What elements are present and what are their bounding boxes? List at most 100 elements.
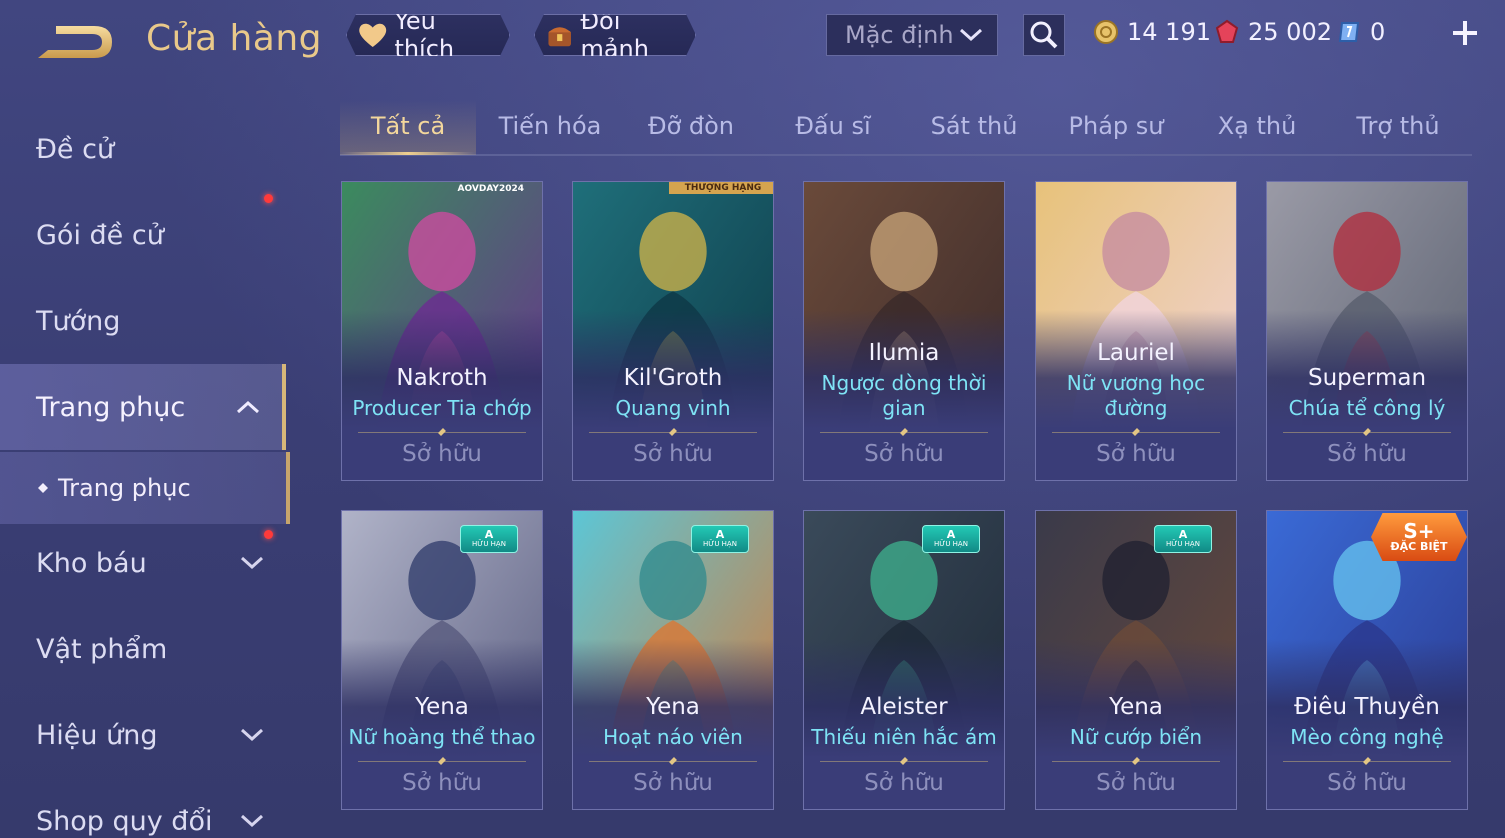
sidebar-item-effects[interactable]: Hiệu ứng	[0, 692, 286, 778]
chevron-up-icon	[236, 400, 260, 414]
voucher-icon	[1338, 22, 1360, 42]
tab-mage[interactable]: Pháp sư	[1048, 100, 1184, 152]
favorites-label: Yêu thích	[394, 7, 455, 63]
favorites-button[interactable]: Yêu thích	[346, 14, 510, 56]
hero-name: Ilumia	[868, 340, 940, 366]
skin-name: Thiếu niên hắc ám	[811, 725, 997, 749]
chevron-down-icon	[240, 728, 264, 742]
rarity-badge: A HỮU HẠN	[460, 525, 518, 553]
skin-card[interactable]: THƯỢNG HẠNG Kil'Groth Quang vinh Sở hữu	[572, 181, 774, 481]
sidebar-item-exchange-shop[interactable]: Shop quy đổi	[0, 778, 286, 838]
owned-status: Sở hữu	[1327, 441, 1407, 467]
hero-name: Yena	[1109, 694, 1163, 720]
add-currency-button[interactable]	[1448, 16, 1482, 50]
plus-icon	[1453, 21, 1477, 45]
event-badge: AOVDAY2024	[457, 184, 524, 194]
ruby-balance: 25 002	[1214, 16, 1332, 48]
sidebar-item-label: Shop quy đổi	[36, 805, 213, 837]
hero-name: Yena	[415, 694, 469, 720]
owned-status: Sở hữu	[1327, 770, 1407, 796]
skin-card[interactable]: A HỮU HẠN Yena Hoạt náo viên Sở hữu	[572, 510, 774, 810]
back-button[interactable]	[32, 20, 116, 64]
owned-status: Sở hữu	[402, 770, 482, 796]
notification-dot	[264, 194, 273, 203]
voucher-balance: 0	[1336, 16, 1385, 48]
rarity-badge: A HỮU HẠN	[1154, 525, 1212, 553]
hero-name: Nakroth	[396, 365, 488, 391]
skin-name: Nữ vương học đường	[1066, 371, 1206, 420]
skin-name: Chúa tể công lý	[1288, 396, 1446, 420]
skin-card[interactable]: S+ ĐẶC BIỆT Điêu Thuyền Mèo công nghệ Sở hữu	[1266, 510, 1468, 810]
search-button[interactable]	[1023, 14, 1065, 56]
rarity-grade: S+	[1403, 519, 1435, 543]
sidebar-item-label: Trang phục	[36, 391, 186, 423]
hero-name: Điêu Thuyền	[1294, 694, 1440, 720]
chevron-down-icon	[240, 814, 264, 828]
skin-card[interactable]: A HỮU HẠN Yena Nữ hoàng thể thao Sở hữu	[341, 510, 543, 810]
owned-status: Sở hữu	[1096, 441, 1176, 467]
shop-screen: Cửa hàng Yêu thích Đổi mảnh Mặc định 14	[0, 0, 1505, 838]
sidebar-item-treasure[interactable]: Kho báu	[0, 520, 286, 606]
rarity-label: HỮU HẠN	[1166, 540, 1200, 548]
owned-status: Sở hữu	[1096, 770, 1176, 796]
skin-name: Ngược dòng thời gian	[821, 371, 987, 420]
sidebar-subitem-label: Trang phục	[58, 474, 191, 502]
skin-name: Mèo công nghệ	[1290, 725, 1444, 749]
sidebar-item-items[interactable]: Vật phẩm	[0, 606, 286, 692]
tab-support[interactable]: Trợ thủ	[1330, 100, 1466, 152]
tier-ribbon: THƯỢNG HẠNG	[669, 182, 773, 194]
sidebar-item-label: Tướng	[36, 305, 121, 337]
rarity-label: ĐẶC BIỆT	[1390, 540, 1448, 553]
tab-tank[interactable]: Đỡ đòn	[623, 100, 759, 152]
skin-card[interactable]: Ilumia Ngược dòng thời gian Sở hữu	[803, 181, 1005, 481]
search-icon	[1030, 21, 1058, 49]
rarity-grade: A	[1178, 528, 1188, 541]
skin-card[interactable]: Superman Chúa tể công lý Sở hữu	[1266, 181, 1468, 481]
skin-name: Quang vinh	[615, 396, 731, 420]
tab-fighter[interactable]: Đấu sĩ	[765, 100, 901, 152]
exchange-shards-label: Đổi mảnh	[580, 7, 649, 63]
owned-status: Sở hữu	[633, 441, 713, 467]
sidebar: Đề cử Gói đề cử Tướng Trang phục Trang p…	[0, 100, 290, 838]
sort-dropdown[interactable]: Mặc định	[826, 14, 998, 56]
sidebar-item-skins[interactable]: Trang phục	[0, 364, 286, 450]
sidebar-item-label: Đề cử	[36, 133, 115, 165]
rarity-label: HỮU HẠN	[703, 540, 737, 548]
rarity-badge: A HỮU HẠN	[691, 525, 749, 553]
sidebar-item-recommended-bundles[interactable]: Gói đề cử	[0, 192, 286, 278]
heart-icon	[357, 20, 388, 50]
back-arrow-icon	[38, 26, 112, 58]
sidebar-item-label: Kho báu	[36, 547, 147, 579]
owned-status: Sở hữu	[864, 770, 944, 796]
skin-name: Nữ hoàng thể thao	[348, 725, 536, 749]
rarity-label: HỮU HẠN	[472, 540, 506, 548]
voucher-amount: 0	[1370, 18, 1386, 46]
sidebar-item-label: Vật phẩm	[36, 633, 168, 665]
sidebar-item-label: Gói đề cử	[36, 219, 164, 251]
hero-name: Superman	[1307, 365, 1427, 391]
tab-evolution[interactable]: Tiến hóa	[482, 100, 618, 152]
owned-status: Sở hữu	[402, 441, 482, 467]
gold-coin-icon	[1094, 20, 1118, 44]
chevron-down-icon	[959, 28, 983, 42]
tab-all[interactable]: Tất cả	[340, 100, 476, 155]
rarity-grade: A	[946, 528, 956, 541]
skin-card[interactable]: Lauriel Nữ vương học đường Sở hữu	[1035, 181, 1237, 481]
gold-amount: 14 191	[1127, 18, 1211, 46]
sidebar-item-recommended[interactable]: Đề cử	[0, 106, 286, 192]
skin-card[interactable]: A HỮU HẠN Aleister Thiếu niên hắc ám Sở hữu	[803, 510, 1005, 810]
rarity-badge: A HỮU HẠN	[922, 525, 980, 553]
hero-name: Yena	[646, 694, 700, 720]
sidebar-subitem-skins[interactable]: Trang phục	[0, 452, 290, 524]
sidebar-item-heroes[interactable]: Tướng	[0, 278, 286, 364]
rarity-label: HỮU HẠN	[934, 540, 968, 548]
exchange-shards-button[interactable]: Đổi mảnh	[534, 14, 696, 56]
tab-marksman[interactable]: Xạ thủ	[1189, 100, 1325, 152]
skin-name: Producer Tia chớp	[352, 396, 532, 420]
diamond-bullet-icon	[38, 483, 48, 493]
skin-card[interactable]: A HỮU HẠN Yena Nữ cướp biển Sở hữu	[1035, 510, 1237, 810]
skin-name: Hoạt náo viên	[603, 725, 743, 749]
skin-card[interactable]: AOVDAY2024 Nakroth Producer Tia chớp Sở hữu	[341, 181, 543, 481]
owned-status: Sở hữu	[633, 770, 713, 796]
tab-assassin[interactable]: Sát thủ	[906, 100, 1042, 152]
